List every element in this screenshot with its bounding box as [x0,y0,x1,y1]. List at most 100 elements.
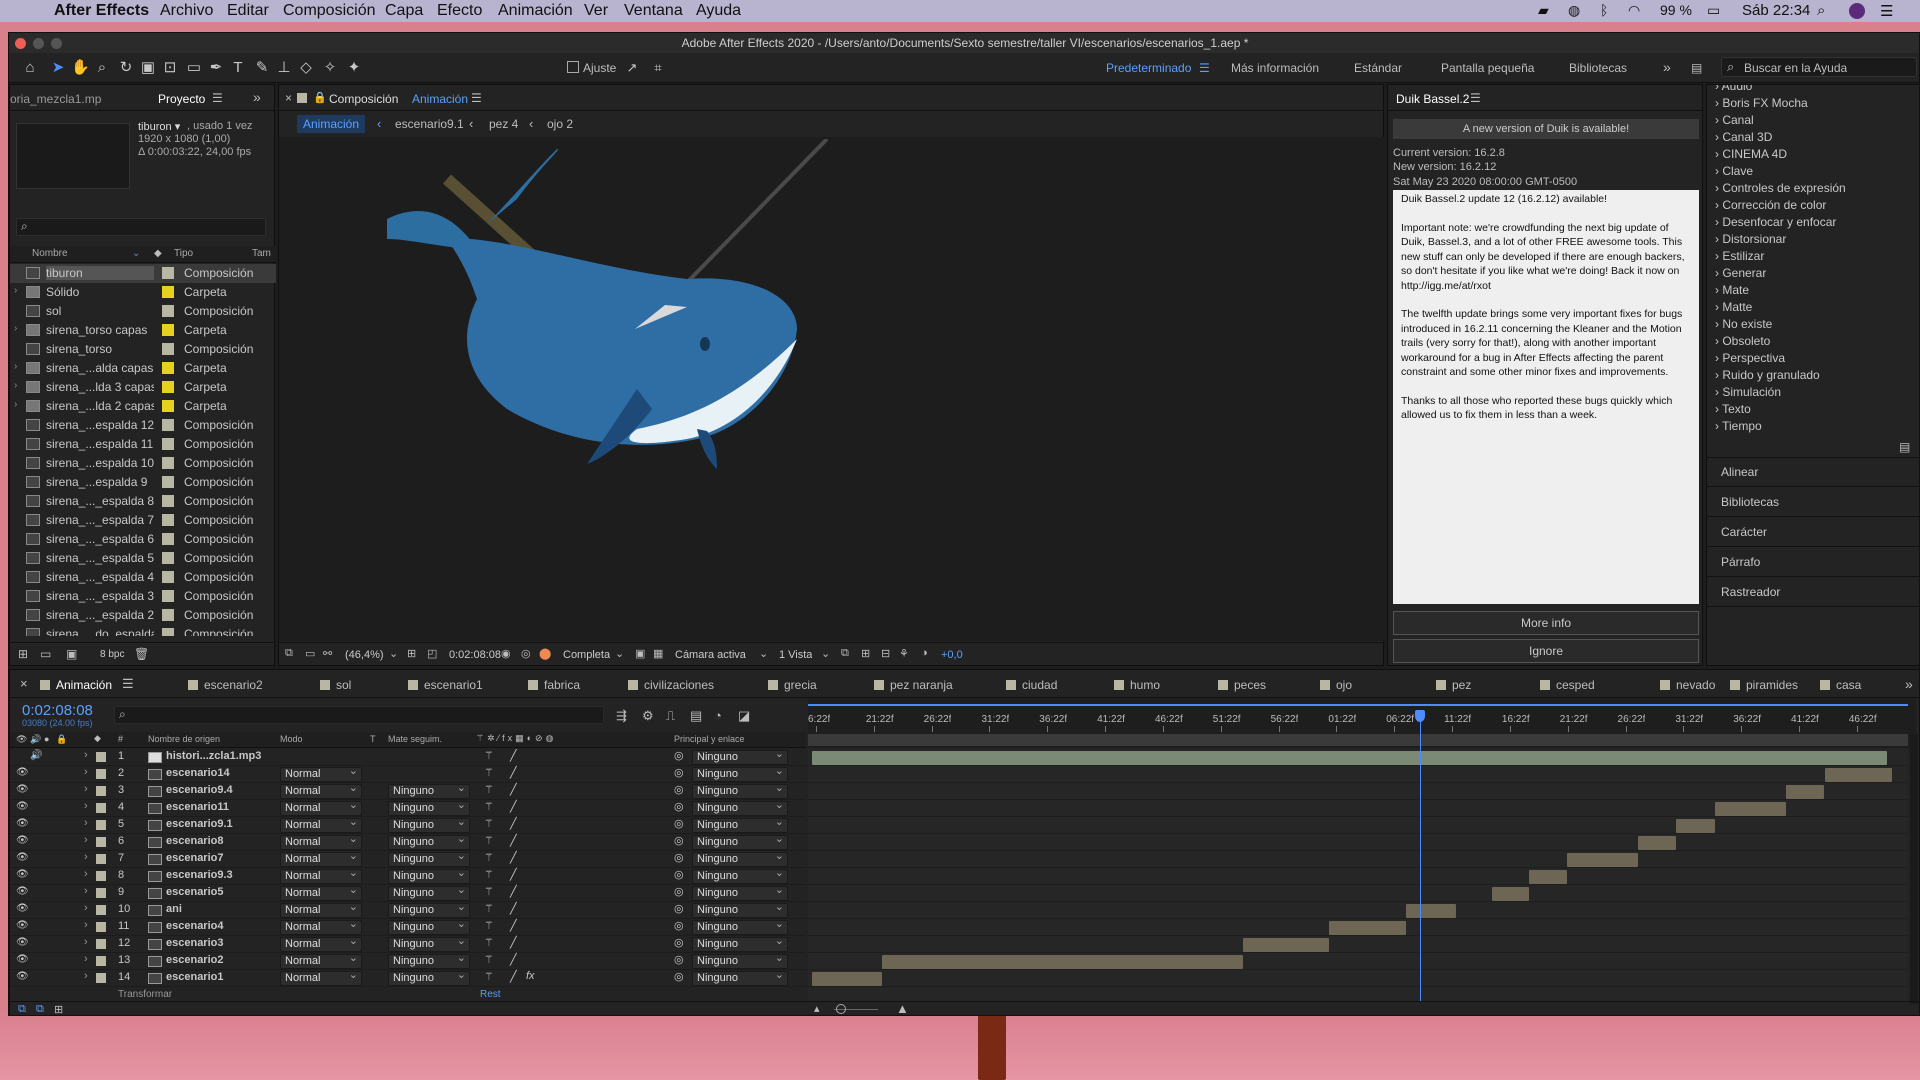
playhead-handle[interactable] [1415,710,1426,722]
exposure-value[interactable]: +0,0 [941,649,963,661]
quality-icon[interactable]: ╱ [510,783,517,796]
parent-dropdown[interactable]: Ninguno [692,782,788,799]
menu-composicion[interactable]: Composición [283,2,375,20]
label-color-swatch[interactable] [162,609,174,621]
project-item[interactable]: sirena_..._espalda 6 Composición [10,530,276,549]
timeline-tab[interactable]: nevado [1676,678,1715,692]
ignore-button[interactable]: Ignore [1393,639,1699,663]
label-color-swatch[interactable] [162,514,174,526]
breadcrumb-ojo[interactable]: ojo 2 [547,117,573,131]
more-workspaces-icon[interactable]: » [1663,59,1671,75]
timeline-tab[interactable]: pez [1452,678,1471,692]
trash-icon[interactable]: 🗑 [134,647,149,661]
clone-stamp-tool-icon[interactable]: ⊥ [275,59,293,77]
layer-duration-bar[interactable] [1529,870,1567,884]
layer-label-swatch[interactable] [96,956,106,966]
more-tabs-icon[interactable]: » [1905,676,1913,692]
label-color-swatch[interactable] [162,400,174,412]
workspace-learn[interactable]: Más información [1231,61,1319,75]
quality-icon[interactable]: ╱ [510,936,517,949]
home-icon[interactable]: ⌂ [21,59,39,77]
sort-chevron-icon[interactable]: ⌄ [132,248,140,259]
expand-arrow-icon[interactable]: › [84,783,88,795]
tab-duik[interactable]: Duik Bassel.2 [1396,92,1469,106]
collapse-transform-icon[interactable]: ⚚ [484,834,494,847]
pickwhip-icon[interactable]: ◎ [674,868,684,881]
chevron-down-icon[interactable]: ⌄ [389,647,398,660]
view-layout-dropdown[interactable]: 1 Vista [779,649,812,661]
effect-category[interactable]: › Desenfocar y enfocar [1715,215,1836,229]
collapse-transform-icon[interactable]: ⚚ [484,936,494,949]
expand-arrow-icon[interactable]: › [84,919,88,931]
timeline-tab[interactable]: Animación [56,678,112,692]
layer-label-swatch[interactable] [96,871,106,881]
layer-duration-bar[interactable] [1825,768,1892,782]
breadcrumb-animacion[interactable]: Animación [297,115,366,133]
blend-mode-dropdown[interactable]: Normal [280,969,362,986]
region-of-interest-icon[interactable]: ▣ [635,647,645,660]
close-tab-icon[interactable]: × [20,676,28,691]
timeline-tab[interactable]: pez naranja [890,678,953,692]
expand-arrow-icon[interactable]: › [14,285,17,296]
expand-arrow-icon[interactable]: › [84,868,88,880]
chevron-down-icon[interactable]: ⌄ [759,647,768,660]
pickwhip-icon[interactable]: ◎ [674,834,684,847]
effect-category[interactable]: › Controles de expresión [1715,181,1846,195]
quality-icon[interactable]: ╱ [510,834,517,847]
collapse-transform-icon[interactable]: ⚚ [484,953,494,966]
expand-arrow-icon[interactable]: › [84,800,88,812]
breadcrumb-pez[interactable]: pez 4 [489,117,518,131]
panel-character[interactable]: Carácter [1721,525,1767,539]
pickwhip-icon[interactable]: ◎ [674,936,684,949]
camera-tool-icon[interactable]: ▣ [139,59,157,77]
expand-arrow-icon[interactable]: › [84,970,88,982]
menu-ventana[interactable]: Ventana [624,2,683,20]
layer-label-swatch[interactable] [96,820,106,830]
new-composition-icon[interactable]: ▣ [66,647,77,661]
solo-toggle-icon[interactable]: ● [44,734,49,744]
trackmatte-dropdown[interactable]: Ninguno [388,867,470,884]
new-folder-icon[interactable]: ▭ [40,647,51,661]
expand-arrow-icon[interactable]: › [84,885,88,897]
expand-arrow-icon[interactable]: › [84,817,88,829]
column-name[interactable]: Nombre [32,248,68,259]
show-snapshot-icon[interactable]: ◎ [521,647,531,660]
video-toggle-icon[interactable]: 👁 [16,734,27,745]
comp-viewer-area[interactable] [279,137,1385,641]
fx-icon[interactable]: fx [526,970,535,982]
label-color-swatch[interactable] [162,362,174,374]
effect-category[interactable]: › Audio [1715,85,1752,93]
pickwhip-icon[interactable]: ◎ [674,800,684,813]
panel-menu-icon[interactable]: ☰ [471,91,482,105]
close-tab-icon[interactable]: × [285,91,292,105]
blend-mode-dropdown[interactable]: Normal [280,799,362,816]
motion-blur-icon[interactable]: ◔ [714,708,722,723]
column-type[interactable]: Tipo [174,248,193,259]
rotate-tool-icon[interactable]: ↻ [117,59,135,77]
expand-arrow-icon[interactable]: › [14,399,17,410]
effect-category[interactable]: › Distorsionar [1715,232,1786,246]
tab-audio-file[interactable]: oria_mezcla1.mp3 [10,92,102,106]
camera-view-dropdown[interactable]: Cámara activa [675,649,746,661]
timeline-scrollbar[interactable] [1910,734,1918,1004]
hand-tool-icon[interactable]: ✋ [71,59,90,77]
effect-category[interactable]: › No existe [1715,317,1772,331]
timeline-tab[interactable]: civilizaciones [644,678,714,692]
parent-dropdown[interactable]: Ninguno [692,765,788,782]
blend-mode-dropdown[interactable]: Normal [280,918,362,935]
quality-icon[interactable]: ╱ [510,851,517,864]
type-tool-icon[interactable]: T [229,59,247,77]
layer-row[interactable]: 👁 › 12 escenario3 Normal Ninguno ⚚ ╱ ◎ Ninguno [10,935,806,953]
visibility-eye-icon[interactable]: 👁 [16,835,29,846]
layer-label-swatch[interactable] [96,922,106,932]
effect-category[interactable]: › Canal [1715,113,1754,127]
layer-duration-bar[interactable] [882,955,1243,969]
expand-arrow-icon[interactable]: › [14,323,17,334]
blend-mode-dropdown[interactable]: Normal [280,901,362,918]
view-options-icon[interactable]: ⚯ [323,647,332,660]
layer-label-swatch[interactable] [96,973,106,983]
trackmatte-dropdown[interactable]: Ninguno [388,799,470,816]
column-trackmatte[interactable]: Mate seguim. [388,734,442,744]
menu-app[interactable]: After Effects [54,2,149,20]
pickwhip-icon[interactable]: ◎ [674,851,684,864]
